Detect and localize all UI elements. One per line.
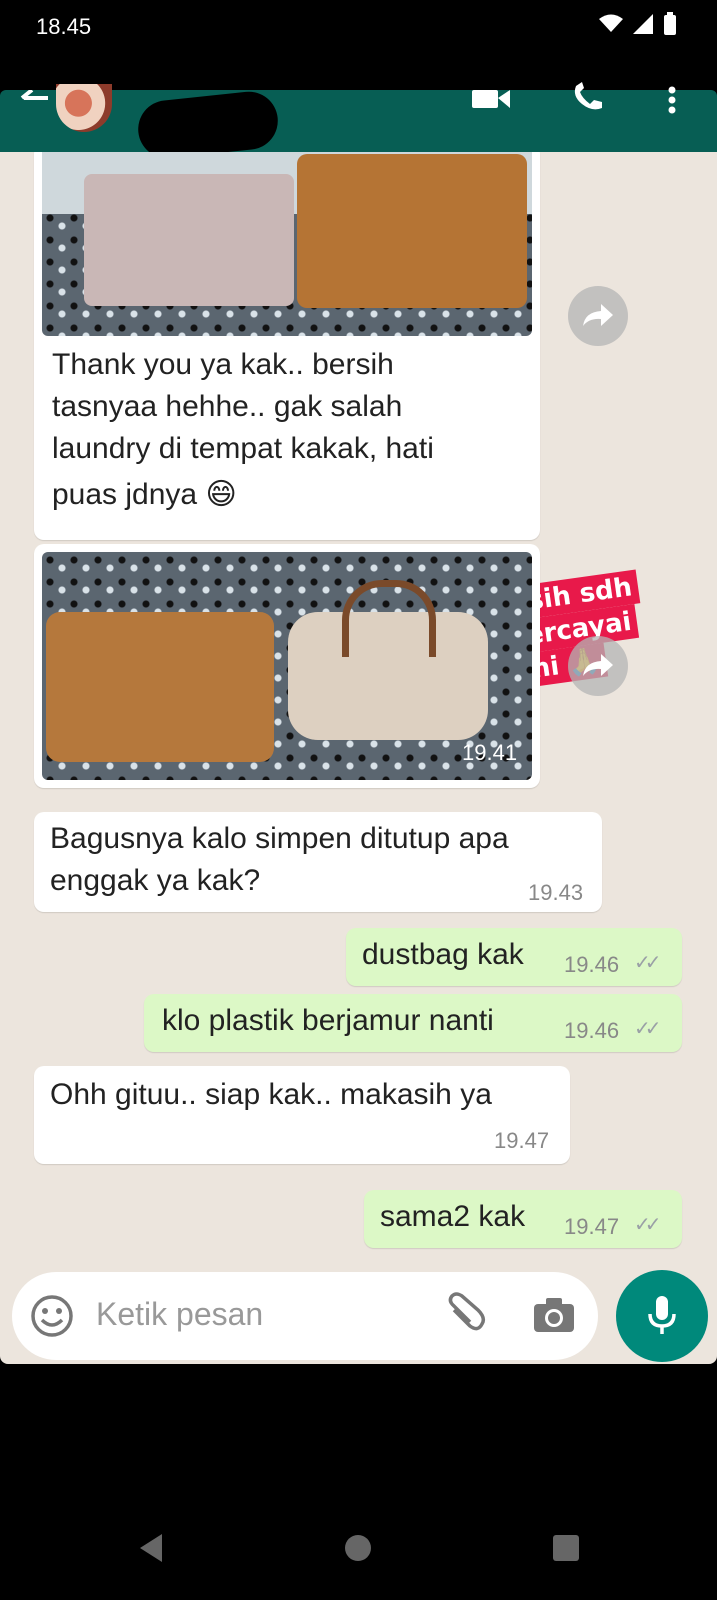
message-bubble-outgoing[interactable]: klo plastik berjamur nanti 19.46 ✓✓ <box>144 994 682 1052</box>
emoji-icon[interactable] <box>30 1294 74 1338</box>
camera-icon[interactable] <box>532 1296 576 1334</box>
message-bubble-incoming[interactable]: Thank you ya kak.. bersih tasnyaa hehhe.… <box>34 152 540 540</box>
attach-icon[interactable] <box>446 1292 486 1336</box>
read-ticks-icon: ✓✓ <box>634 1018 661 1040</box>
menu-icon[interactable] <box>666 84 678 114</box>
message-text: Thank you ya kak.. bersih tasnyaa hehhe.… <box>52 348 434 511</box>
message-text: Bagusnya kalo simpen ditutup apa enggak … <box>50 822 509 897</box>
forward-button[interactable] <box>568 286 628 346</box>
system-nav-bar <box>0 1364 717 1600</box>
message-bubble-incoming[interactable]: Bagusnya kalo simpen ditutup apa enggak … <box>34 812 602 912</box>
mic-icon <box>648 1296 676 1334</box>
nav-home-icon[interactable] <box>344 1534 372 1562</box>
forward-icon <box>583 304 613 326</box>
read-ticks-icon: ✓✓ <box>634 952 661 974</box>
message-time: 19.47 <box>564 1214 620 1239</box>
nav-back-icon[interactable] <box>136 1532 164 1564</box>
message-bubble-outgoing[interactable]: dustbag kak 19.46 ✓✓ <box>346 928 682 986</box>
bag-photo[interactable] <box>42 152 532 336</box>
message-bubble-incoming[interactable]: Ohh gituu.. siap kak.. makasih ya 19.47 <box>34 1066 570 1164</box>
forward-icon <box>583 654 613 676</box>
status-time: 18.45 <box>36 14 92 39</box>
voice-call-icon[interactable] <box>572 82 608 112</box>
signal-icon <box>633 14 653 34</box>
nav-recents-icon[interactable] <box>552 1534 580 1562</box>
forward-button[interactable] <box>568 636 628 696</box>
message-bubble-incoming[interactable]: 19.41 <box>34 544 540 788</box>
message-time: 19.41 <box>462 740 518 765</box>
message-time: 19.46 <box>564 1018 620 1043</box>
message-time: 19.43 <box>528 880 584 905</box>
message-input[interactable]: Ketik pesan <box>96 1296 263 1333</box>
message-text: sama2 kak <box>380 1200 526 1233</box>
battery-icon <box>664 12 676 35</box>
chat-area[interactable]: Thank you ya kak.. bersih tasnyaa hehhe.… <box>0 152 717 1364</box>
mic-button[interactable] <box>616 1270 708 1362</box>
back-arrow-icon[interactable] <box>14 90 50 116</box>
wifi-icon <box>599 14 623 32</box>
bag-photo[interactable] <box>42 552 532 780</box>
message-text: klo plastik berjamur nanti <box>162 1004 494 1037</box>
message-bubble-outgoing[interactable]: sama2 kak 19.47 ✓✓ <box>364 1190 682 1248</box>
message-time: 19.46 <box>564 952 620 977</box>
read-ticks-icon: ✓✓ <box>634 1214 661 1236</box>
message-text: Ohh gituu.. siap kak.. makasih ya <box>50 1078 492 1111</box>
status-icons <box>599 12 677 36</box>
message-text: dustbag kak <box>362 938 524 971</box>
message-time: 19.47 <box>494 1128 550 1153</box>
video-call-icon[interactable] <box>472 86 512 110</box>
